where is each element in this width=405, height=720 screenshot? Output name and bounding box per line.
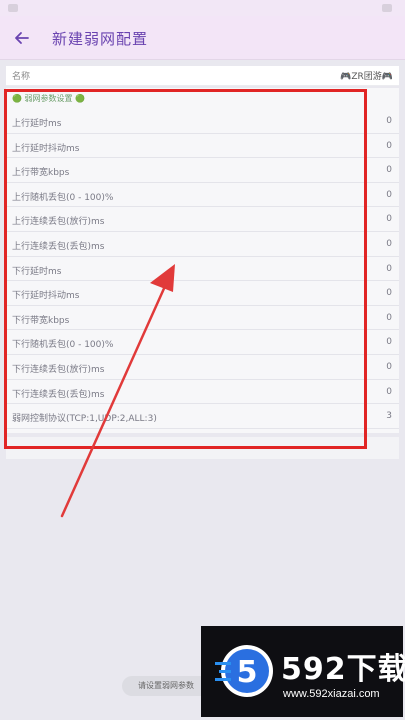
svg-text:5: 5 bbox=[237, 655, 258, 690]
screen: 新建弱网配置 名称 🎮ZR团游🎮 🟢 弱网参数设置 🟢 上行延时ms 0 上行延时抖… bbox=[0, 0, 405, 720]
param-label: 下行延时ms bbox=[12, 266, 62, 277]
param-label: 下行连续丢包(放行)ms bbox=[12, 365, 105, 375]
list-footer bbox=[6, 437, 399, 459]
watermark: 5 592下载 www.592xiazai.com bbox=[201, 626, 405, 717]
param-row[interactable]: 上行延时抖动ms 0 bbox=[6, 134, 399, 159]
name-field-row[interactable]: 名称 🎮ZR团游🎮 bbox=[6, 66, 399, 86]
param-label: 下行连续丢包(丢包)ms bbox=[12, 389, 105, 400]
param-value: 0 bbox=[386, 239, 392, 249]
param-value: 0 bbox=[386, 337, 392, 348]
param-row[interactable]: 下行带宽kbps 0 bbox=[6, 306, 399, 331]
param-value: 0 bbox=[386, 288, 392, 299]
param-value: 0 bbox=[386, 189, 392, 200]
param-label: 下行带宽kbps bbox=[12, 315, 70, 326]
param-row[interactable]: 上行带宽kbps 0 bbox=[6, 158, 399, 183]
param-value: 0 bbox=[386, 140, 392, 151]
param-row[interactable]: 上行延时ms 0 bbox=[6, 109, 399, 134]
name-value: 🎮ZR团游🎮 bbox=[340, 72, 393, 82]
param-value: 0 bbox=[386, 263, 392, 274]
param-row[interactable]: 弱网控制协议(TCP:1,UDP:2,ALL:3) 3 bbox=[6, 404, 399, 429]
app-bar: 新建弱网配置 bbox=[0, 16, 405, 60]
back-arrow-icon bbox=[15, 32, 29, 44]
status-icon bbox=[8, 4, 18, 12]
param-label: 上行延时ms bbox=[12, 119, 62, 129]
param-row[interactable]: 下行延时抖动ms 0 bbox=[6, 281, 399, 306]
watermark-logo: 5 bbox=[215, 645, 273, 697]
param-label: 上行带宽kbps bbox=[12, 168, 70, 179]
param-row[interactable]: 上行随机丢包(0 - 100)% 0 bbox=[6, 183, 399, 208]
param-label: 下行随机丢包(0 - 100)% bbox=[12, 340, 114, 351]
param-row[interactable]: 上行连续丢包(丢包)ms 0 bbox=[6, 232, 399, 257]
param-label: 上行随机丢包(0 - 100)% bbox=[12, 192, 114, 203]
watermark-url: www.592xiazai.com bbox=[283, 688, 380, 700]
param-value: 0 bbox=[386, 362, 392, 372]
param-label: 上行延时抖动ms bbox=[12, 143, 80, 154]
param-label: 下行延时抖动ms bbox=[12, 291, 80, 302]
group-header: 🟢 弱网参数设置 🟢 bbox=[12, 94, 86, 103]
toast-message: 请设置弱网参数 bbox=[122, 676, 210, 696]
settings-list: 🟢 弱网参数设置 🟢 上行延时ms 0 上行延时抖动ms 0 上行带宽kbps 0 上行随机… bbox=[6, 88, 399, 433]
param-value: 0 bbox=[386, 312, 392, 323]
watermark-brand: 592下载 bbox=[281, 652, 405, 687]
param-label: 上行连续丢包(放行)ms bbox=[12, 217, 105, 228]
param-value: 3 bbox=[386, 411, 392, 422]
name-label: 名称 bbox=[12, 72, 31, 82]
param-row[interactable]: 下行连续丢包(丢包)ms 0 bbox=[6, 380, 399, 405]
battery-icon bbox=[382, 4, 392, 12]
back-button[interactable] bbox=[6, 22, 38, 54]
param-value: 0 bbox=[386, 386, 392, 397]
param-value: 0 bbox=[386, 165, 392, 176]
param-row[interactable]: 下行延时ms 0 bbox=[6, 257, 399, 282]
param-row[interactable]: 上行连续丢包(放行)ms 0 bbox=[6, 207, 399, 232]
param-row[interactable]: 下行连续丢包(放行)ms 0 bbox=[6, 355, 399, 380]
status-bar bbox=[0, 0, 405, 16]
param-row[interactable]: 下行随机丢包(0 - 100)% 0 bbox=[6, 330, 399, 355]
param-label: 弱网控制协议(TCP:1,UDP:2,ALL:3) bbox=[12, 414, 157, 425]
param-value: 0 bbox=[386, 116, 392, 126]
param-value: 0 bbox=[386, 214, 392, 225]
page-title: 新建弱网配置 bbox=[52, 30, 149, 48]
param-label: 上行连续丢包(丢包)ms bbox=[12, 242, 105, 252]
